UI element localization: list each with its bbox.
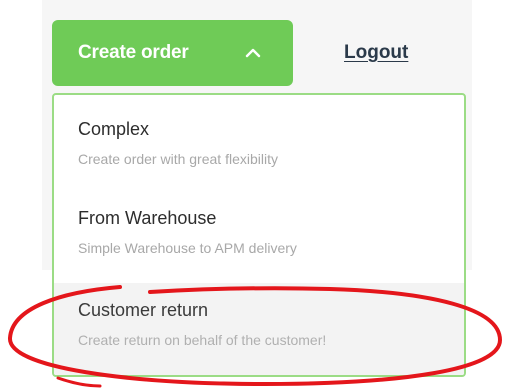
menu-item-description: Create order with great flexibility	[78, 151, 278, 167]
chevron-up-icon	[245, 48, 261, 58]
logout-link[interactable]: Logout	[344, 42, 408, 64]
menu-item-description: Simple Warehouse to APM delivery	[78, 240, 297, 256]
menu-item-from-warehouse[interactable]: From Warehouse Simple Warehouse to APM d…	[54, 207, 464, 277]
create-order-label: Create order	[78, 42, 189, 63]
menu-item-customer-return[interactable]: Customer return Create return on behalf …	[54, 283, 464, 375]
menu-item-complex[interactable]: Complex Create order with great flexibil…	[54, 118, 464, 184]
header-bar: Create order Logout	[52, 20, 472, 86]
menu-item-title: From Warehouse	[78, 208, 217, 228]
menu-item-title: Customer return	[78, 300, 209, 320]
create-order-button[interactable]: Create order	[52, 20, 293, 86]
menu-item-title: Complex	[78, 119, 150, 139]
create-order-dropdown: Complex Create order with great flexibil…	[52, 93, 466, 377]
menu-item-description: Create return on behalf of the customer!	[78, 332, 327, 348]
